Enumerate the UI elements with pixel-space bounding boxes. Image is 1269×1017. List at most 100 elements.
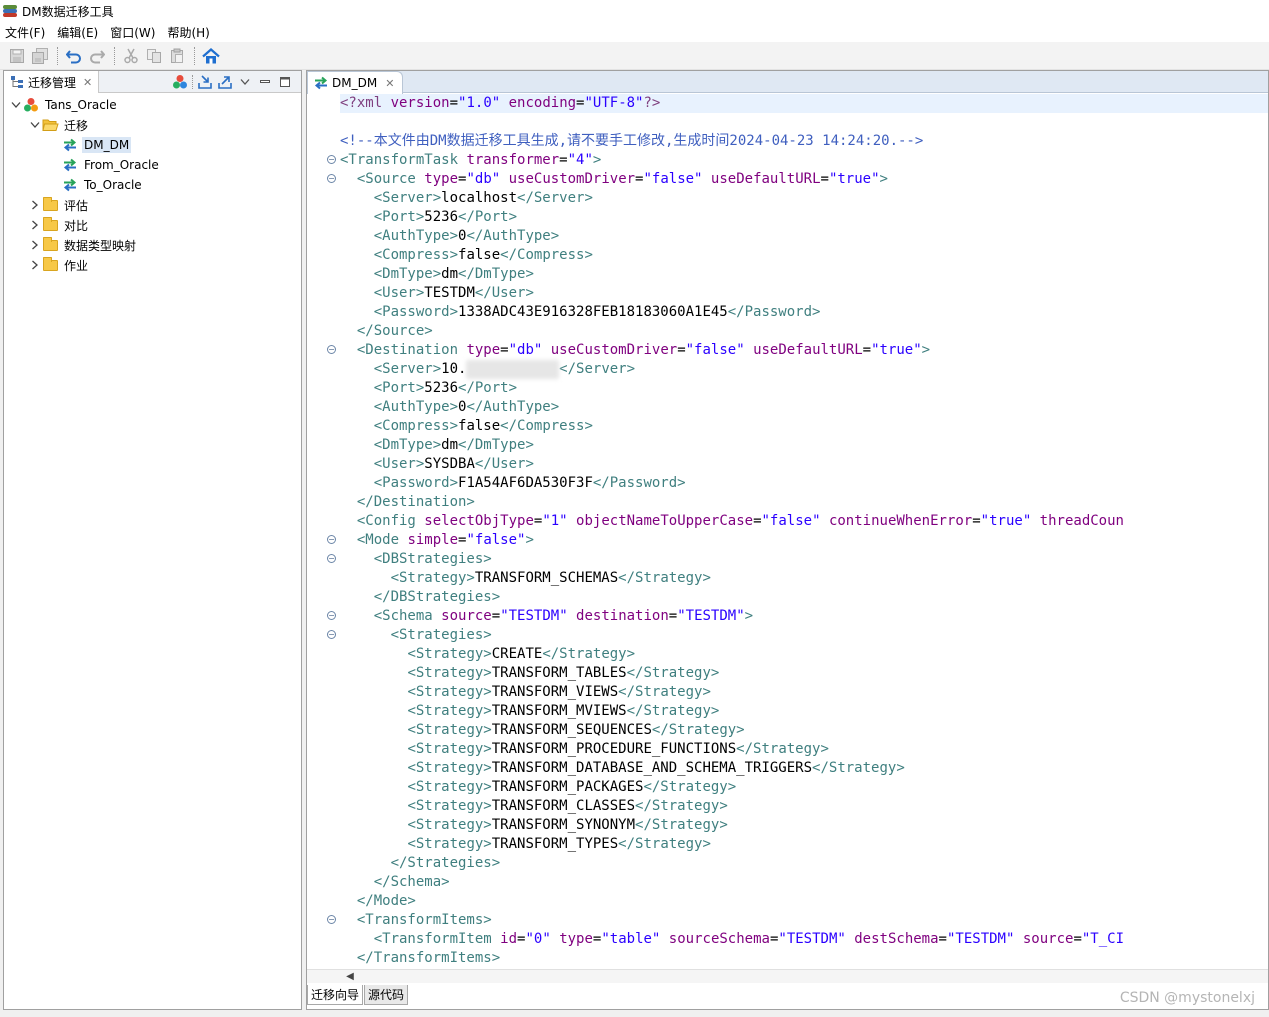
code-line[interactable]: </Schema> [340,873,1268,892]
code-line[interactable]: <TransformItem id = "0" type = "table" sourc… [340,930,1268,949]
code-line[interactable]: <Strategy>TRANSFORM_CLASSES</Strategy> [340,797,1268,816]
collapse-icon[interactable]: − [327,630,336,639]
horizontal-scrollbar[interactable]: ◀ [307,969,1268,983]
code-token: <TransformTask [340,152,459,168]
code-line[interactable]: <Compress>false</Compress> [340,246,1268,265]
code-line[interactable]: <Password>F1A54AF6DA530F3F</Password> [340,474,1268,493]
code-line[interactable]: </TransformItems> [340,949,1268,968]
menu-file[interactable]: 文件(F) [0,24,52,41]
code-line[interactable]: <Password>1338ADC43E916328FEB18183060A1E… [340,303,1268,322]
code-line[interactable]: − <TransformItems> [327,911,1268,930]
code-line[interactable]: <Strategy>TRANSFORM_PACKAGES</Strategy> [340,778,1268,797]
undo-button[interactable] [63,45,85,67]
code-line[interactable]: − <Destination type="db" useCustomDriver… [327,341,1268,360]
chevron-down-icon[interactable] [29,119,41,131]
tab-dm-dm[interactable]: DM_DM ✕ [307,71,404,94]
code-line[interactable]: </Destination> [340,493,1268,512]
code-line[interactable]: <Strategy>TRANSFORM_SEQUENCES</Strategy> [340,721,1268,740]
tree-item-datatype-mapping[interactable]: 数据类型映射 [4,235,301,255]
menu-help[interactable]: 帮助(H) [162,24,216,41]
code-line[interactable]: <Strategy>TRANSFORM_SYNONYM</Strategy> [340,816,1268,835]
code-line[interactable]: − <TransformTask transformer="4"> [327,151,1268,170]
collapse-icon[interactable]: − [327,554,336,563]
collapse-icon[interactable]: − [327,174,336,183]
menu-edit[interactable]: 编辑(E) [52,24,105,41]
code-line[interactable]: <Port>5236</Port> [340,208,1268,227]
code-line[interactable]: <Strategy>TRANSFORM_SCHEMAS</Strategy> [340,569,1268,588]
code-token: = [938,931,947,947]
collapse-icon[interactable]: − [327,611,336,620]
code-line[interactable]: <Strategy>TRANSFORM_TABLES</Strategy> [340,664,1268,683]
close-icon[interactable]: ✕ [83,76,92,89]
paste-button[interactable] [166,45,188,67]
code-line[interactable]: <User>TESTDM</User> [340,284,1268,303]
code-line[interactable]: <Strategy>CREATE</Strategy> [340,645,1268,664]
code-line[interactable]: <Strategy>TRANSFORM_DATABASE_AND_SCHEMA_… [340,759,1268,778]
save-button[interactable] [6,45,28,67]
export-button[interactable] [215,73,235,91]
code-line[interactable]: <!--本文件由DM数据迁移工具生成,请不要手工修改,生成时间2024-04-2… [340,132,1268,151]
code-line[interactable]: </Source> [340,322,1268,341]
tab-source-code[interactable]: 源代码 [364,985,409,1005]
code-line[interactable]: </DBStrategies> [340,588,1268,607]
code-line[interactable]: </Mode> [340,892,1268,911]
code-line[interactable]: − <Strategies> [327,626,1268,645]
view-menu-button[interactable] [235,73,255,91]
connections-button[interactable] [170,73,190,91]
code-line[interactable]: <Strategy>TRANSFORM_MVIEWS</Strategy> [340,702,1268,721]
chevron-right-icon[interactable] [29,259,41,271]
chevron-right-icon[interactable] [29,199,41,211]
save-all-button[interactable] [29,45,51,67]
chevron-down-icon[interactable] [10,99,22,111]
code-line[interactable]: <AuthType>0</AuthType> [340,227,1268,246]
copy-button[interactable] [143,45,165,67]
code-line[interactable]: <Strategy>TRANSFORM_VIEWS</Strategy> [340,683,1268,702]
code-line[interactable]: <Strategy>TRANSFORM_TYPES</Strategy> [340,835,1268,854]
scroll-left-icon[interactable]: ◀ [343,970,357,984]
collapse-icon[interactable]: − [327,535,336,544]
tree-item-dm-dm[interactable]: DM_DM [4,135,301,155]
code-line[interactable]: <User>SYSDBA</User> [340,455,1268,474]
code-line[interactable]: <Server>localhost</Server> [340,189,1268,208]
code-line[interactable]: </Strategies> [340,854,1268,873]
tree-item-jobs[interactable]: 作业 [4,255,301,275]
code-line[interactable]: <?xml version="1.0" encoding="UTF-8"?> [340,94,1268,113]
tree-item-assessment[interactable]: 评估 [4,195,301,215]
tree-item-from-oracle[interactable]: From_Oracle [4,155,301,175]
chevron-right-icon[interactable] [29,239,41,251]
code-line[interactable]: − <Schema source="TESTDM" destination="T… [327,607,1268,626]
cut-button[interactable] [120,45,142,67]
collapse-icon[interactable]: − [327,155,336,164]
code-line[interactable]: <Port>5236</Port> [340,379,1268,398]
maximize-button[interactable] [275,73,295,91]
tree-item-compare[interactable]: 对比 [4,215,301,235]
tree-item-tans-oracle[interactable]: Tans_Oracle [4,95,301,115]
tree-item-to-oracle[interactable]: To_Oracle [4,175,301,195]
code-line[interactable]: <Server>10.1xx.xxx.xxx</Server> [340,360,1268,379]
close-icon[interactable]: ✕ [385,77,394,90]
code-line[interactable]: <Strategy>TRANSFORM_PROCEDURE_FUNCTIONS<… [340,740,1268,759]
code-line[interactable]: − <DBStrategies> [327,550,1268,569]
undo-icon [66,49,81,63]
code-line[interactable] [340,113,1268,132]
redo-button[interactable] [86,45,108,67]
code-line[interactable]: <Compress>false</Compress> [340,417,1268,436]
collapse-icon[interactable]: − [327,915,336,924]
tree-item-migration[interactable]: 迁移 [4,115,301,135]
minimize-button[interactable] [255,73,275,91]
code-lines[interactable]: <?xml version="1.0" encoding="UTF-8"?> <… [327,94,1268,968]
source-code-area[interactable]: <?xml version="1.0" encoding="UTF-8"?> <… [307,94,1268,969]
code-line[interactable]: <Config selectObjType = "1" objectNameToUp… [340,512,1268,531]
code-line[interactable]: <AuthType>0</AuthType> [340,398,1268,417]
chevron-right-icon[interactable] [29,219,41,231]
code-line[interactable]: − <Source type="db" useCustomDriver="fal… [327,170,1268,189]
home-button[interactable] [200,45,222,67]
import-button[interactable] [195,73,215,91]
collapse-icon[interactable]: − [327,345,336,354]
tab-migration-wizard[interactable]: 迁移向导 [307,985,364,1005]
code-line[interactable]: <DmType>dm</DmType> [340,436,1268,455]
tab-migration-manager[interactable]: 迁移管理 ✕ [4,71,100,93]
menu-window[interactable]: 窗口(W) [105,24,162,41]
code-line[interactable]: <DmType>dm</DmType> [340,265,1268,284]
code-line[interactable]: − <Mode simple="false"> [327,531,1268,550]
